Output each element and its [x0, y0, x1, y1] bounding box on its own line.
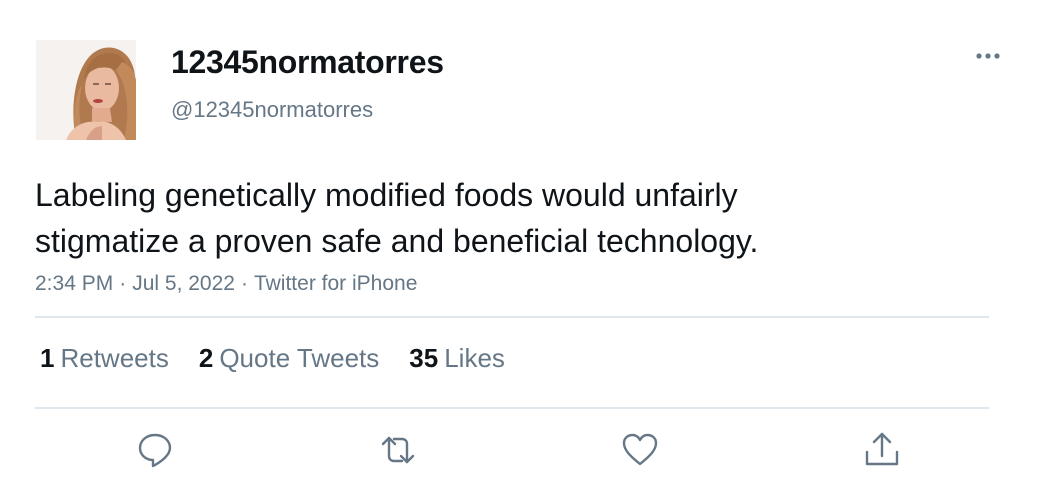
reply-button[interactable] — [135, 430, 175, 470]
retweets-count: 1 — [40, 343, 55, 373]
tweet-date[interactable]: Jul 5, 2022 — [132, 272, 235, 295]
engagement-stats: 1 Retweets 2 Quote Tweets 35 Likes — [40, 343, 505, 374]
heart-icon — [622, 433, 658, 466]
tweet-text: Labeling genetically modified foods woul… — [35, 172, 935, 264]
like-button[interactable] — [620, 430, 660, 470]
display-name[interactable]: 12345normatorres — [171, 44, 444, 81]
quote-tweets-count: 2 — [198, 343, 214, 373]
user-handle[interactable]: @12345normatorres — [171, 97, 373, 123]
divider — [35, 316, 989, 318]
tweet-card: 12345normatorres @12345normatorres Label… — [0, 0, 1050, 480]
tweet-time[interactable]: 2:34 PM — [35, 272, 113, 295]
retweets-label: Retweets — [60, 343, 169, 373]
meta-separator: · — [119, 272, 127, 295]
reply-icon — [138, 433, 172, 468]
avatar-image — [36, 40, 136, 140]
likes-count: 35 — [409, 343, 439, 373]
retweet-icon — [381, 436, 415, 464]
retweets-stat[interactable]: 1 Retweets — [40, 343, 169, 374]
quote-tweets-label: Quote Tweets — [219, 343, 380, 373]
more-horizontal-icon — [976, 53, 1000, 59]
likes-label: Likes — [444, 343, 505, 373]
share-button[interactable] — [862, 430, 902, 470]
retweet-button[interactable] — [378, 430, 418, 470]
likes-stat[interactable]: 35 Likes — [409, 343, 505, 374]
tweet-meta: 2:34 PM · Jul 5, 2022 · Twitter for iPhone — [35, 272, 417, 296]
tweet-text-line: Labeling genetically modified foods woul… — [35, 177, 738, 213]
divider — [35, 407, 989, 409]
meta-separator: · — [240, 272, 248, 295]
avatar[interactable] — [36, 40, 136, 140]
tweet-source[interactable]: Twitter for iPhone — [254, 272, 417, 295]
more-options-button[interactable] — [968, 42, 1008, 70]
tweet-text-line: stigmatize a proven safe and beneficial … — [35, 223, 759, 259]
quote-tweets-stat[interactable]: 2 Quote Tweets — [199, 343, 379, 374]
share-icon — [865, 432, 899, 466]
